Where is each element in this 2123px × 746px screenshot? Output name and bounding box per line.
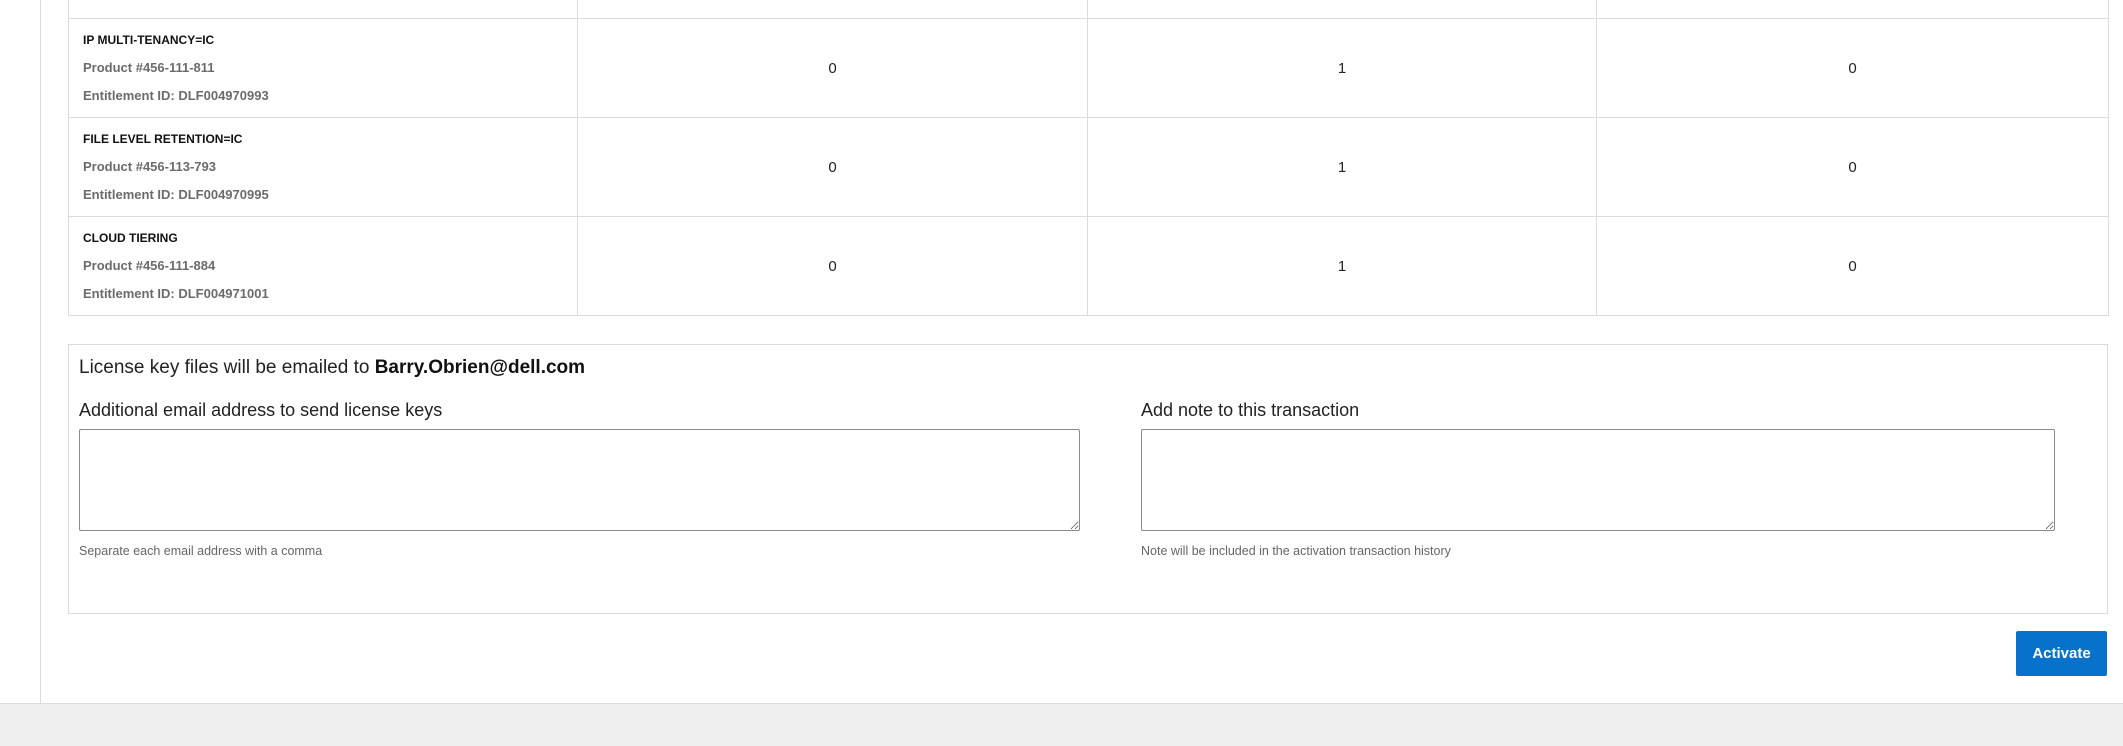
product-name: IP MULTI-TENANCY=IC: [83, 33, 215, 47]
entitlement-id: Entitlement ID: DLF004970993: [83, 88, 269, 103]
activate-button[interactable]: Activate: [2016, 631, 2107, 676]
quantity-cell: 0: [1596, 117, 2109, 217]
additional-email-help: Separate each email address with a comma: [79, 544, 323, 558]
note-help: Note will be included in the activation …: [1141, 544, 1451, 558]
quantity-cell: 0: [1596, 18, 2109, 118]
product-cell: CLOUD TIERING Product #456-111-884 Entit…: [68, 216, 578, 316]
product-name: FILE LEVEL RETENTION=IC: [83, 132, 243, 146]
additional-email-input[interactable]: [79, 429, 1080, 531]
entitlement-id: Entitlement ID: DLF004971001: [83, 286, 269, 301]
note-input[interactable]: [1141, 429, 2055, 531]
sidebar-divider: [40, 0, 41, 703]
license-delivery-form: License key files will be emailed to Bar…: [68, 344, 2108, 614]
quantity-cell: 1: [1087, 117, 1597, 217]
recipient-email: Barry.Obrien@dell.com: [374, 357, 586, 378]
quantity-cell: 0: [577, 18, 1088, 118]
product-cell: IP MULTI-TENANCY=IC Product #456-111-811…: [68, 18, 578, 118]
quantity-cell: 0: [1596, 216, 2109, 316]
quantity-cell: 0: [577, 216, 1088, 316]
quantity-cell: 1: [1087, 216, 1597, 316]
product-number: Product #456-111-811: [83, 60, 215, 75]
quantity-cell: 0: [577, 117, 1088, 217]
entitlement-id: Entitlement ID: DLF004970995: [83, 187, 269, 202]
product-cell: FILE LEVEL RETENTION=IC Product #456-113…: [68, 117, 578, 217]
product-name: CLOUD TIERING: [83, 231, 178, 245]
table-row: IP MULTI-TENANCY=IC Product #456-111-811…: [68, 18, 2109, 118]
table-row: CLOUD TIERING Product #456-111-884 Entit…: [68, 216, 2109, 316]
product-number: Product #456-113-793: [83, 159, 216, 174]
note-label: Add note to this transaction: [1141, 400, 1360, 420]
email-notice: License key files will be emailed to Bar…: [79, 357, 585, 379]
table-row: [68, 0, 2109, 19]
quantity-cell: 1: [1087, 18, 1597, 118]
page-footer: [0, 703, 2123, 746]
entitlements-table: IP MULTI-TENANCY=IC Product #456-111-811…: [68, 0, 2109, 316]
table-row: FILE LEVEL RETENTION=IC Product #456-113…: [68, 117, 2109, 217]
notice-text: License key files will be emailed to: [79, 357, 375, 378]
product-number: Product #456-111-884: [83, 258, 216, 273]
additional-email-label: Additional email address to send license…: [79, 400, 443, 420]
